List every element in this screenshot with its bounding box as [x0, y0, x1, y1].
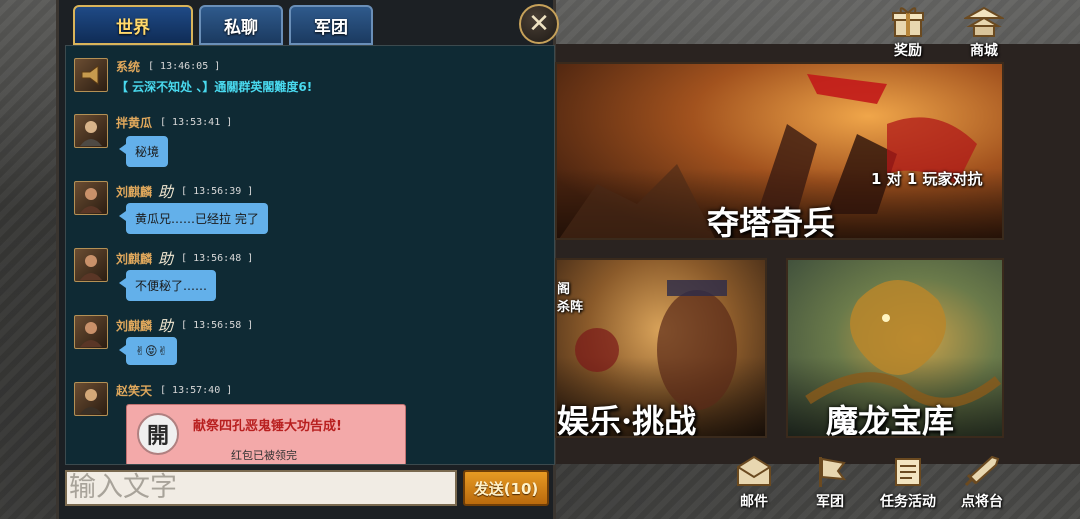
chat-bubble: 不便秘了……: [118, 270, 217, 301]
corner-text-2: 杀阵: [557, 300, 584, 315]
banner-icon: [819, 457, 847, 487]
avatar[interactable]: [74, 315, 108, 349]
system-message: 【 云深不知处 、】通關群英閣難度6!: [116, 80, 313, 94]
close-icon: ✕: [528, 9, 550, 39]
send-button[interactable]: 发送(10): [463, 470, 549, 506]
list-item: 刘麒麟 助 [ 13:56:48 ] 不便秘了……: [74, 248, 544, 308]
avatar[interactable]: [74, 114, 108, 148]
tab-legion[interactable]: 军团: [289, 5, 373, 45]
chat-tabs: 世界 私聊 军团: [73, 5, 373, 45]
gift-icon: [892, 7, 924, 37]
timestamp: [ 13:46:05 ]: [148, 61, 221, 72]
list-item: 刘麒麟 助 [ 13:56:58 ] ✌😝✌: [74, 315, 544, 375]
horn-icon: [81, 65, 99, 85]
card-tower-raid[interactable]: 1 对 1 玩家对抗 夺塔奇兵: [555, 62, 1004, 240]
quests-label: 任务活动: [880, 494, 936, 510]
sender-name: 系统: [116, 60, 141, 74]
corner-text-1: 阁: [557, 282, 571, 297]
timestamp: [ 13:53:41 ]: [160, 117, 233, 128]
helper-badge: 助: [158, 250, 174, 268]
card-entertainment[interactable]: 阁 杀阵 娱乐·挑战: [555, 258, 767, 438]
list-item: 赵笑天 [ 13:57:40 ] 開 献祭四孔恶鬼锤大功告成! 红包已被领完: [74, 382, 544, 464]
legion-label: 军团: [816, 494, 844, 510]
chat-bubble: ✌😝✌: [119, 337, 177, 365]
legion-button[interactable]: 军团: [800, 455, 860, 511]
chat-panel: 世界 私聊 军团 ✕ 系统 [ 13:46:05 ] 【 云深不知处 、】通關群…: [56, 0, 559, 519]
mail-icon: [737, 455, 771, 486]
avatar: [74, 58, 108, 92]
sword-icon: [964, 455, 1000, 487]
avatar[interactable]: [74, 181, 108, 215]
timestamp: [ 13:56:39 ]: [181, 186, 254, 197]
sender-name: 刘麒麟: [116, 319, 153, 333]
message-list[interactable]: 系统 [ 13:46:05 ] 【 云深不知处 、】通關群英閣難度6! 拌黄瓜 …: [65, 45, 555, 465]
avatar[interactable]: [74, 382, 108, 416]
helper-badge: 助: [158, 317, 174, 335]
close-button[interactable]: ✕: [519, 4, 559, 44]
dragon-title: 魔龙宝库: [826, 402, 955, 438]
scroll-icon: [895, 458, 921, 486]
portrait-icon: [80, 255, 102, 280]
sender-name: 刘麒麟: [116, 252, 153, 266]
avatar[interactable]: [74, 248, 108, 282]
sender-name: 刘麒麟: [116, 185, 153, 199]
card-dragon-vault[interactable]: 魔龙宝库: [786, 258, 1004, 438]
mail-button[interactable]: 邮件: [724, 455, 784, 511]
chat-bubble: 黄瓜兄……已经拉 完了: [119, 203, 268, 234]
portrait-icon: [80, 322, 102, 347]
shop-label: 商城: [970, 43, 998, 59]
rewards-button[interactable]: 奖励: [878, 4, 938, 60]
red-packet-status: 红包已被领完: [231, 449, 297, 462]
generals-label: 点将台: [961, 494, 1003, 510]
mail-label: 邮件: [740, 494, 768, 510]
timestamp: [ 13:56:48 ]: [181, 253, 254, 264]
portrait-icon: [80, 389, 102, 414]
entertainment-title: 娱乐·挑战: [557, 402, 697, 438]
timestamp: [ 13:57:40 ]: [160, 385, 233, 396]
shop-button[interactable]: 商城: [954, 4, 1014, 60]
tower-subtitle: 1 对 1 玩家对抗: [871, 170, 983, 188]
red-packet[interactable]: 開 献祭四孔恶鬼锤大功告成! 红包已被领完: [126, 404, 406, 464]
chat-bubble: 秘境: [118, 136, 169, 167]
generals-button[interactable]: 点将台: [952, 455, 1012, 511]
quests-button[interactable]: 任务活动: [872, 455, 944, 511]
helper-badge: 助: [158, 183, 174, 201]
red-packet-seal[interactable]: 開: [137, 413, 179, 455]
list-item: 系统 [ 13:46:05 ] 【 云深不知处 、】通關群英閣難度6!: [74, 58, 544, 98]
portrait-icon: [80, 121, 102, 146]
tab-private-chat[interactable]: 私聊: [199, 5, 283, 45]
list-item: 拌黄瓜 [ 13:53:41 ] 秘境: [74, 114, 544, 174]
rewards-label: 奖励: [894, 43, 922, 59]
chat-input[interactable]: 输入文字: [65, 470, 457, 506]
sender-name: 拌黄瓜: [116, 116, 153, 130]
tab-world[interactable]: 世界: [73, 5, 193, 45]
portrait-icon: [80, 188, 102, 213]
tower-title: 夺塔奇兵: [707, 204, 836, 240]
red-packet-title: 献祭四孔恶鬼锤大功告成!: [193, 419, 342, 434]
timestamp: [ 13:56:58 ]: [181, 320, 254, 331]
sender-name: 赵笑天: [116, 384, 153, 398]
list-item: 刘麒麟 助 [ 13:56:39 ] 黄瓜兄……已经拉 完了: [74, 181, 544, 241]
pagoda-icon: [964, 6, 1004, 37]
